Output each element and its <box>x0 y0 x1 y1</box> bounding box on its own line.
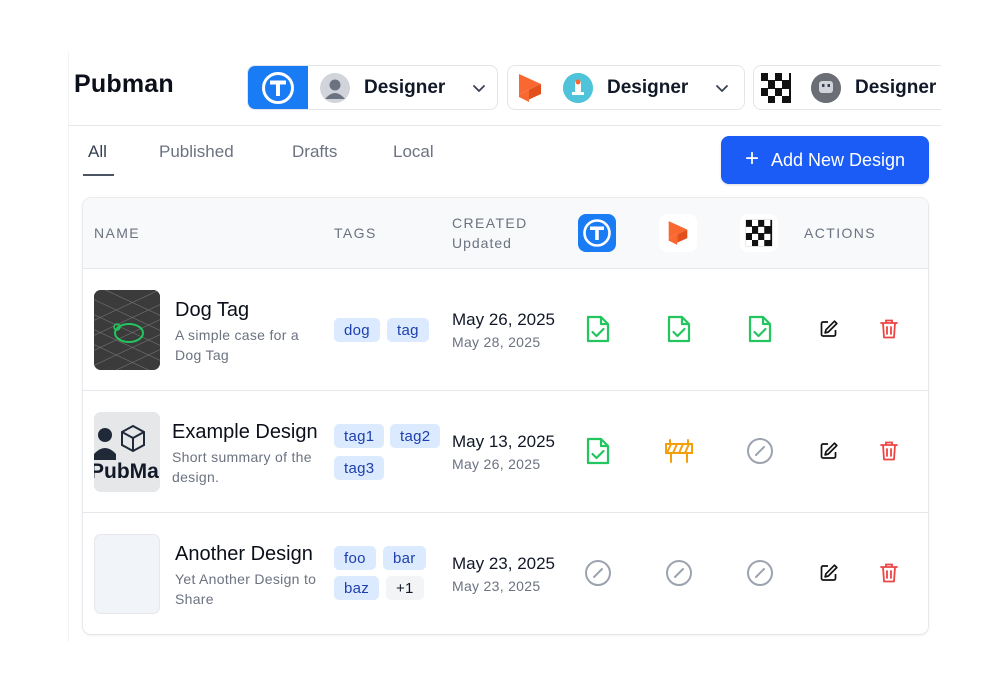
edit-icon[interactable] <box>818 318 840 340</box>
published-check-icon[interactable] <box>745 314 775 344</box>
table-row[interactable]: Dog Tag A simple case for a Dog Tag dog … <box>83 269 928 391</box>
tag-chip[interactable]: baz <box>334 576 380 600</box>
table-row[interactable]: Another Design Yet Another Design to Sha… <box>83 513 928 634</box>
plus-icon: + <box>744 145 759 172</box>
not-published-icon[interactable] <box>745 558 775 588</box>
thingiverse-logo-icon <box>248 66 308 109</box>
printables-logo-icon <box>511 69 549 107</box>
updated-date: May 23, 2025 <box>452 578 541 594</box>
created-date: May 13, 2025 <box>452 432 556 451</box>
design-name[interactable]: Example Design <box>172 421 318 444</box>
design-description: design. <box>172 469 220 485</box>
design-thumbnail[interactable] <box>94 290 160 370</box>
add-new-design-label: Add New Design <box>770 149 906 170</box>
makerworld-logo-icon <box>740 214 778 252</box>
tag-chip[interactable]: tag3 <box>334 456 385 480</box>
column-header-tags: TAGS <box>334 225 377 241</box>
design-name[interactable]: Another Design <box>175 543 313 566</box>
frame-edge <box>68 52 69 642</box>
published-check-icon[interactable] <box>583 436 613 466</box>
designs-table: NAME TAGS CREATED Updated ACTIONS Dog Ta… <box>83 198 928 634</box>
makerworld-logo-icon <box>757 69 795 107</box>
edit-icon[interactable] <box>818 440 840 462</box>
table-header: NAME TAGS CREATED Updated ACTIONS <box>83 198 928 269</box>
tab-drafts[interactable]: Drafts <box>292 142 337 162</box>
user-avatar-icon <box>811 72 841 103</box>
design-description: Dog Tag <box>175 347 229 363</box>
user-avatar-icon <box>320 72 350 103</box>
header-divider <box>68 125 941 126</box>
not-published-icon[interactable] <box>583 558 613 588</box>
site-selector-makerworld[interactable]: Designer <box>753 65 941 110</box>
design-description: A simple case for a <box>175 327 299 343</box>
design-thumbnail-placeholder[interactable] <box>94 534 160 614</box>
edit-icon[interactable] <box>818 562 840 584</box>
column-header-created: CREATED <box>452 215 528 231</box>
tab-local[interactable]: Local <box>393 142 434 162</box>
updated-date: May 26, 2025 <box>452 456 541 472</box>
chevron-down-icon <box>716 84 729 92</box>
tag-chip[interactable]: bar <box>383 546 426 570</box>
design-name[interactable]: Dog Tag <box>175 299 249 322</box>
site-selector-thingiverse[interactable]: Designer <box>247 65 498 110</box>
tag-chip[interactable]: dog <box>334 318 380 342</box>
delete-icon[interactable] <box>878 318 900 340</box>
design-thumbnail[interactable]: PubMa <box>94 412 160 492</box>
updated-date: May 28, 2025 <box>452 334 541 350</box>
thumbnail-text: PubMa <box>94 460 159 483</box>
created-date: May 26, 2025 <box>452 310 556 329</box>
site-selector-label: Designer <box>607 76 689 98</box>
chevron-down-icon <box>473 84 486 92</box>
tab-all[interactable]: All <box>88 142 107 162</box>
table-row[interactable]: PubMa Example Design Short summary of th… <box>83 391 928 513</box>
user-avatar-icon <box>563 72 593 103</box>
delete-icon[interactable] <box>878 440 900 462</box>
published-check-icon[interactable] <box>664 314 694 344</box>
tab-published[interactable]: Published <box>159 142 234 162</box>
tag-chip[interactable]: foo <box>334 546 376 570</box>
site-selector-printables[interactable]: Designer <box>507 65 745 110</box>
under-construction-icon[interactable] <box>664 436 694 466</box>
tag-chip[interactable]: tag1 <box>334 424 385 448</box>
add-new-design-button[interactable]: + Add New Design <box>721 136 929 184</box>
more-tags-chip[interactable]: +1 <box>386 576 424 600</box>
design-description: Short summary of the <box>172 449 312 465</box>
column-header-actions: ACTIONS <box>804 225 877 241</box>
delete-icon[interactable] <box>878 562 900 584</box>
design-description: Yet Another Design to <box>175 571 317 587</box>
tab-active-indicator <box>83 174 114 176</box>
column-header-name: NAME <box>94 225 141 241</box>
tag-chip[interactable]: tag2 <box>390 424 441 448</box>
column-header-updated: Updated <box>452 235 512 251</box>
site-selector-label: Designer <box>855 76 937 98</box>
app-title: Pubman <box>74 70 174 98</box>
printables-logo-icon <box>659 214 697 252</box>
not-published-icon[interactable] <box>745 436 775 466</box>
site-selector-label: Designer <box>364 76 446 98</box>
not-published-icon[interactable] <box>664 558 694 588</box>
thingiverse-logo-icon <box>578 214 616 252</box>
tag-chip[interactable]: tag <box>387 318 429 342</box>
published-check-icon[interactable] <box>583 314 613 344</box>
created-date: May 23, 2025 <box>452 554 556 573</box>
design-description: Share <box>175 591 214 607</box>
